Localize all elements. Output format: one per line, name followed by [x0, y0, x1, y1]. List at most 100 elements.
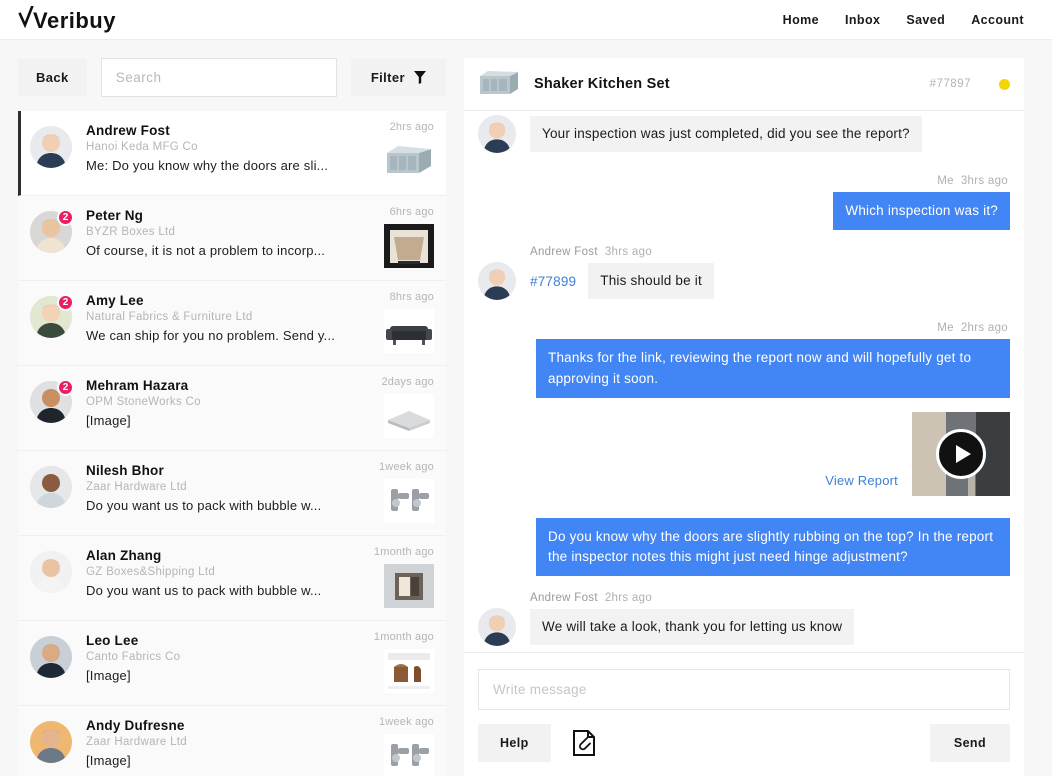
sender-name: Me: [937, 322, 954, 335]
avatar: [30, 551, 72, 593]
conversation-text: Nilesh Bhor Zaar Hardware Ltd Do you want …: [72, 463, 376, 513]
outgoing-message: Me 2hrs ago Thanks for the link, reviewin…: [478, 322, 1010, 398]
nav-item-account[interactable]: Account: [971, 13, 1024, 27]
message-preview: Of course, it is not a problem to incorp…: [86, 243, 326, 258]
search-input[interactable]: [100, 58, 337, 97]
conversation-meta: 1week ago: [376, 716, 434, 776]
company-name: Natural Fabrics & Furniture Ltd: [86, 311, 253, 323]
product-thumbnail[interactable]: [384, 479, 434, 523]
conversation-list-item[interactable]: Andrew Fost Hanoi Keda MFG Co Me: Do you k…: [18, 111, 446, 196]
unread-badge: 2: [57, 209, 74, 226]
company-name: GZ Boxes&Shipping Ltd: [86, 566, 216, 578]
timestamp: 3hrs ago: [604, 246, 653, 259]
help-button[interactable]: Help: [478, 724, 551, 762]
timestamp: 2hrs ago: [604, 592, 653, 605]
cabinet-thumb-icon: [478, 68, 520, 100]
message-meta: Me 3hrs ago: [937, 175, 1008, 187]
product-thumbnail[interactable]: [384, 224, 434, 268]
timestamp: 2hrs ago: [960, 322, 1008, 335]
brand-logo[interactable]: Veribuy: [18, 5, 116, 34]
company-name: BYZR Boxes Ltd: [86, 226, 176, 238]
avatar-wrap: [30, 466, 72, 508]
send-button[interactable]: Send: [929, 724, 1010, 762]
view-report-link[interactable]: View Report: [825, 473, 898, 496]
company-name: OPM StoneWorks Co: [86, 396, 201, 408]
status-badge: [999, 78, 1010, 90]
message-preview: Me: Do you know why the doors are sli...: [86, 158, 329, 173]
message-bubble: We will take a look, thank you for letti…: [530, 609, 855, 645]
avatar-wrap: [30, 551, 72, 593]
avatar-wrap: [30, 636, 72, 678]
unread-badge: 2: [57, 379, 74, 396]
incoming-message: Andrew Fost 3hrs ago #77899 This should be…: [478, 246, 1010, 301]
back-button[interactable]: Back: [18, 59, 87, 96]
avatar-wrap: [30, 126, 72, 168]
timestamp: 1week ago: [378, 461, 434, 473]
conversation-list-item[interactable]: Alan Zhang GZ Boxes&Shipping Ltd Do you wa…: [18, 536, 446, 621]
nav-item-home[interactable]: Home: [783, 13, 819, 27]
attachment-document-icon[interactable]: [572, 730, 595, 756]
outgoing-message: Me 3hrs ago Which inspection was it?: [478, 175, 1010, 231]
conversation-list-item[interactable]: 2 Amy Lee Natural Fabrics & Furniture Ltd W…: [18, 281, 446, 366]
product-thumbnail[interactable]: [384, 139, 434, 183]
conversation-meta: 1month ago: [373, 546, 434, 608]
order-id: #77897: [929, 78, 971, 90]
contact-name: Nilesh Bhor: [86, 463, 164, 478]
conversation-list-item[interactable]: Leo Lee Canto Fabrics Co [Image] 1month ago: [18, 621, 446, 706]
conversation-list-item[interactable]: 2 Mehram Hazara OPM StoneWorks Co [Image] 2d…: [18, 366, 446, 451]
funnel-icon: [414, 71, 426, 84]
conversation-list-item[interactable]: 2 Peter Ng BYZR Boxes Ltd Of course, it is …: [18, 196, 446, 281]
message-thread[interactable]: Andrew Fost 2hrs ago Your inspection was …: [464, 111, 1024, 652]
timestamp: 1month ago: [373, 631, 434, 643]
timestamp: 1month ago: [373, 546, 434, 558]
unread-badge: 2: [57, 294, 74, 311]
top-navigation-bar: Veribuy Home Inbox Saved Account: [0, 0, 1052, 40]
sender-name: Me: [937, 175, 954, 187]
product-thumbnail[interactable]: [384, 734, 434, 776]
nav-item-saved[interactable]: Saved: [906, 13, 945, 27]
conversation-meta: 2days ago: [376, 376, 434, 438]
message-preview: Do you want us to pack with bubble w...: [86, 583, 322, 598]
message-composer: Help Send: [464, 652, 1024, 776]
product-thumbnail[interactable]: [384, 394, 434, 438]
avatar-wrap: 2: [30, 379, 74, 423]
nav-item-inbox[interactable]: Inbox: [845, 13, 880, 27]
contact-name: Peter Ng: [86, 208, 144, 223]
conversation-meta: 1week ago: [376, 461, 434, 523]
timestamp: 3hrs ago: [960, 175, 1008, 187]
chat-card: Shaker Kitchen Set #77897 Andrew Fost 2h…: [464, 58, 1024, 776]
filter-button[interactable]: Filter: [350, 59, 446, 96]
inspection-link[interactable]: #77899: [530, 274, 576, 289]
video-thumbnail[interactable]: [912, 411, 1010, 496]
play-icon: [936, 428, 986, 479]
product-thumbnail[interactable]: [384, 564, 434, 608]
message-preview: [Image]: [86, 753, 131, 768]
contact-name: Amy Lee: [86, 293, 144, 308]
conversation-panel: Back Filter Andrew Fost Hanoi Keda MFG Co…: [0, 40, 464, 776]
timestamp: 2hrs ago: [389, 121, 434, 133]
avatar-wrap: 2: [30, 209, 74, 253]
conversation-list[interactable]: Andrew Fost Hanoi Keda MFG Co Me: Do you k…: [18, 111, 446, 776]
timestamp: 8hrs ago: [389, 291, 434, 303]
company-name: Canto Fabrics Co: [86, 651, 181, 663]
message-content: Andrew Fost 3hrs ago #77899 This should be…: [516, 246, 1010, 300]
message-input[interactable]: [478, 669, 1010, 710]
chat-panel: Shaker Kitchen Set #77897 Andrew Fost 2h…: [464, 40, 1052, 776]
contact-name: Leo Lee: [86, 633, 139, 648]
message-bubble: This should be it: [588, 263, 714, 299]
product-thumbnail[interactable]: [384, 649, 434, 693]
avatar: [30, 721, 72, 763]
timestamp: 1week ago: [378, 716, 434, 728]
conversation-list-item[interactable]: Andy Dufresne Zaar Hardware Ltd [Image] 1we…: [18, 706, 446, 776]
message-bubble: Your inspection was just completed, did …: [530, 116, 922, 152]
message-content: Andrew Fost 2hrs agoYour inspection was …: [516, 111, 1010, 153]
avatar: [478, 262, 516, 301]
message-preview: Do you want us to pack with bubble w...: [86, 498, 322, 513]
avatar: [30, 466, 72, 508]
product-thumbnail[interactable]: [384, 309, 434, 353]
page-body: Back Filter Andrew Fost Hanoi Keda MFG Co…: [0, 40, 1052, 776]
conversation-text: Andy Dufresne Zaar Hardware Ltd [Image]: [72, 718, 376, 768]
report-attachment: View Report: [478, 411, 1010, 496]
conversation-list-item[interactable]: Nilesh Bhor Zaar Hardware Ltd Do you want …: [18, 451, 446, 536]
brand-name: Veribuy: [33, 7, 116, 33]
